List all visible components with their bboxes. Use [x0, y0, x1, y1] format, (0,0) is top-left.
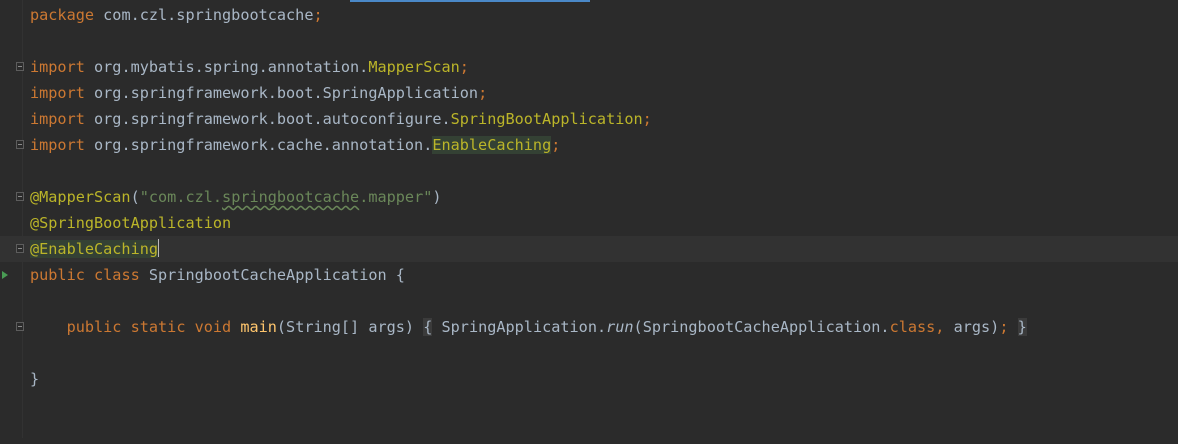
keyword-void: void [185, 318, 232, 336]
semicolon: ; [478, 84, 488, 102]
keyword-static: static [121, 318, 186, 336]
code-line-5[interactable]: import org.springframework.boot.autoconf… [0, 106, 1178, 132]
string-literal: "com.czl. [139, 188, 223, 206]
fold-collapsed-icon[interactable] [16, 322, 24, 331]
annotation-springbootapplication: @SpringBootApplication [30, 214, 232, 232]
semicolon: ; [642, 110, 652, 128]
code-line-12[interactable] [0, 288, 1178, 314]
folded-brace-open[interactable]: { [423, 318, 433, 336]
keyword-import: import [30, 84, 85, 102]
annotation-mapperscan: @MapperScan [30, 188, 131, 206]
package-name: com.czl.springbootcache [94, 6, 314, 24]
import-class: MapperScan [368, 58, 460, 76]
code-line-4[interactable]: import org.springframework.boot.SpringAp… [0, 80, 1178, 106]
keyword-import: import [30, 58, 85, 76]
string-literal-typo: springbootcache [222, 188, 360, 206]
keyword-import: import [30, 136, 85, 154]
run-gutter-icon[interactable] [2, 271, 8, 279]
import-class-highlighted: EnableCaching [432, 136, 552, 154]
import-package: org.springframework.boot.autoconfigure. [84, 110, 451, 128]
code-line-14[interactable] [0, 340, 1178, 366]
call-args: (SpringbootCacheApplication. [633, 318, 890, 336]
code-line-1[interactable]: package com.czl.springbootcache; [0, 2, 1178, 28]
fold-toggle-icon[interactable] [16, 62, 24, 71]
keyword-class: class [84, 266, 140, 284]
semicolon: ; [551, 136, 561, 154]
code-line-6[interactable]: import org.springframework.cache.annotat… [0, 132, 1178, 158]
code-editor[interactable]: package com.czl.springbootcache; import … [0, 0, 1178, 438]
import-package: org.springframework.boot.SpringApplicati… [84, 84, 479, 102]
fold-end-icon[interactable] [16, 244, 24, 253]
code-line-11[interactable]: public class SpringbootCacheApplication … [0, 262, 1178, 288]
semicolon: ; [313, 6, 323, 24]
text-caret [158, 239, 160, 257]
keyword-class-literal: class, [889, 318, 945, 336]
semicolon: ; [999, 318, 1009, 336]
keyword-import: import [30, 110, 85, 128]
paren: ( [130, 188, 140, 206]
keyword-public: public [30, 266, 85, 284]
code-line-3[interactable]: import org.mybatis.spring.annotation.Map… [0, 54, 1178, 80]
code-line-13[interactable]: public static void main(String[] args) {… [0, 314, 1178, 340]
class-name: SpringbootCacheApplication { [139, 266, 405, 284]
code-line-15[interactable]: } [0, 366, 1178, 392]
fold-toggle-icon[interactable] [16, 192, 24, 201]
call-method: run [606, 318, 634, 336]
call-target: SpringApplication. [432, 318, 607, 336]
method-signature: (String[] args) [276, 318, 415, 336]
import-package: org.mybatis.spring.annotation. [84, 58, 369, 76]
keyword-package: package [30, 6, 95, 24]
call-args-end: args) [944, 318, 1000, 336]
method-name: main [231, 318, 277, 336]
import-package: org.springframework.cache.annotation. [84, 136, 433, 154]
keyword-public: public [66, 318, 122, 336]
code-line-2[interactable] [0, 28, 1178, 54]
fold-end-icon[interactable] [16, 140, 24, 149]
closing-brace: } [30, 370, 40, 388]
annotation-enablecaching: @EnableCaching [30, 240, 159, 258]
code-area[interactable]: package com.czl.springbootcache; import … [0, 2, 1178, 392]
string-literal: .mapper" [359, 188, 433, 206]
semicolon: ; [459, 58, 469, 76]
code-line-9[interactable]: @SpringBootApplication [0, 210, 1178, 236]
paren: ) [432, 188, 442, 206]
code-line-8[interactable]: @MapperScan("com.czl.springbootcache.map… [0, 184, 1178, 210]
folded-brace-close[interactable]: } [1017, 318, 1027, 336]
code-line-10-current[interactable]: @EnableCaching [0, 236, 1178, 262]
code-line-7[interactable] [0, 158, 1178, 184]
import-class: SpringBootApplication [450, 110, 643, 128]
